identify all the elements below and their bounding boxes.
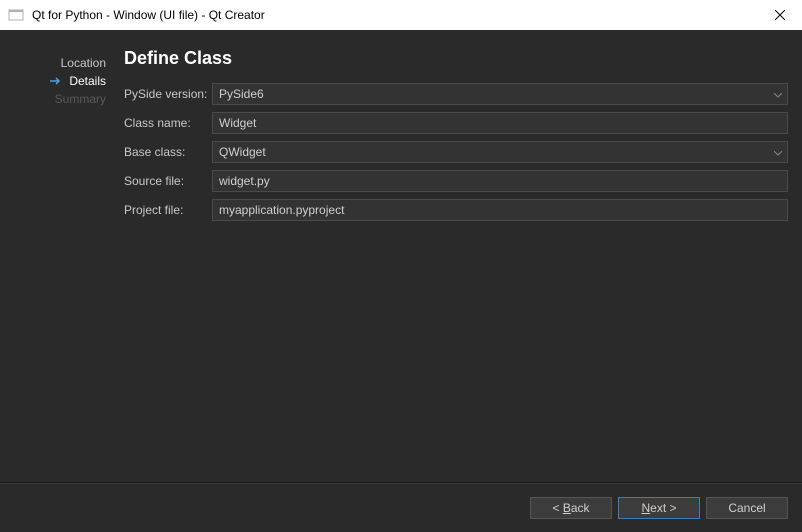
cancel-button[interactable]: Cancel — [706, 497, 788, 519]
combo-value: QWidget — [219, 145, 266, 159]
class-name-input[interactable] — [212, 112, 788, 134]
window-title: Qt for Python - Window (UI file) - Qt Cr… — [32, 8, 265, 22]
footer: < Back Next > Cancel — [0, 482, 802, 532]
close-button[interactable] — [757, 0, 802, 30]
step-location: Location — [14, 54, 106, 72]
class-name-label: Class name: — [124, 116, 212, 130]
combo-value: PySide6 — [219, 87, 264, 101]
step-label: Location — [61, 56, 106, 70]
titlebar: Qt for Python - Window (UI file) - Qt Cr… — [0, 0, 802, 30]
pyside-version-combo[interactable]: PySide6 — [212, 83, 788, 105]
step-summary: Summary — [14, 90, 106, 108]
project-file-input[interactable] — [212, 199, 788, 221]
button-label: < Back — [552, 501, 589, 515]
base-class-label: Base class: — [124, 145, 212, 159]
button-label: Next > — [641, 501, 676, 515]
next-button[interactable]: Next > — [618, 497, 700, 519]
page-title: Define Class — [124, 48, 788, 69]
close-icon — [775, 10, 785, 20]
base-class-combo[interactable]: QWidget — [212, 141, 788, 163]
pyside-version-label: PySide version: — [124, 87, 212, 101]
chevron-down-icon — [774, 145, 782, 159]
arrow-right-icon — [49, 76, 63, 86]
step-details: Details — [14, 72, 106, 90]
step-label: Details — [69, 74, 106, 88]
back-button[interactable]: < Back — [530, 497, 612, 519]
app-icon — [8, 7, 24, 23]
source-file-input[interactable] — [212, 170, 788, 192]
chevron-down-icon — [774, 87, 782, 101]
step-label: Summary — [55, 92, 106, 106]
project-file-label: Project file: — [124, 203, 212, 217]
button-label: Cancel — [728, 501, 765, 515]
wizard-sidebar: Location Details Summary — [14, 48, 106, 482]
content-area: Location Details Summary Define Class Py… — [0, 30, 802, 482]
main-panel: Define Class PySide version: PySide6 Cla… — [106, 48, 788, 482]
source-file-label: Source file: — [124, 174, 212, 188]
